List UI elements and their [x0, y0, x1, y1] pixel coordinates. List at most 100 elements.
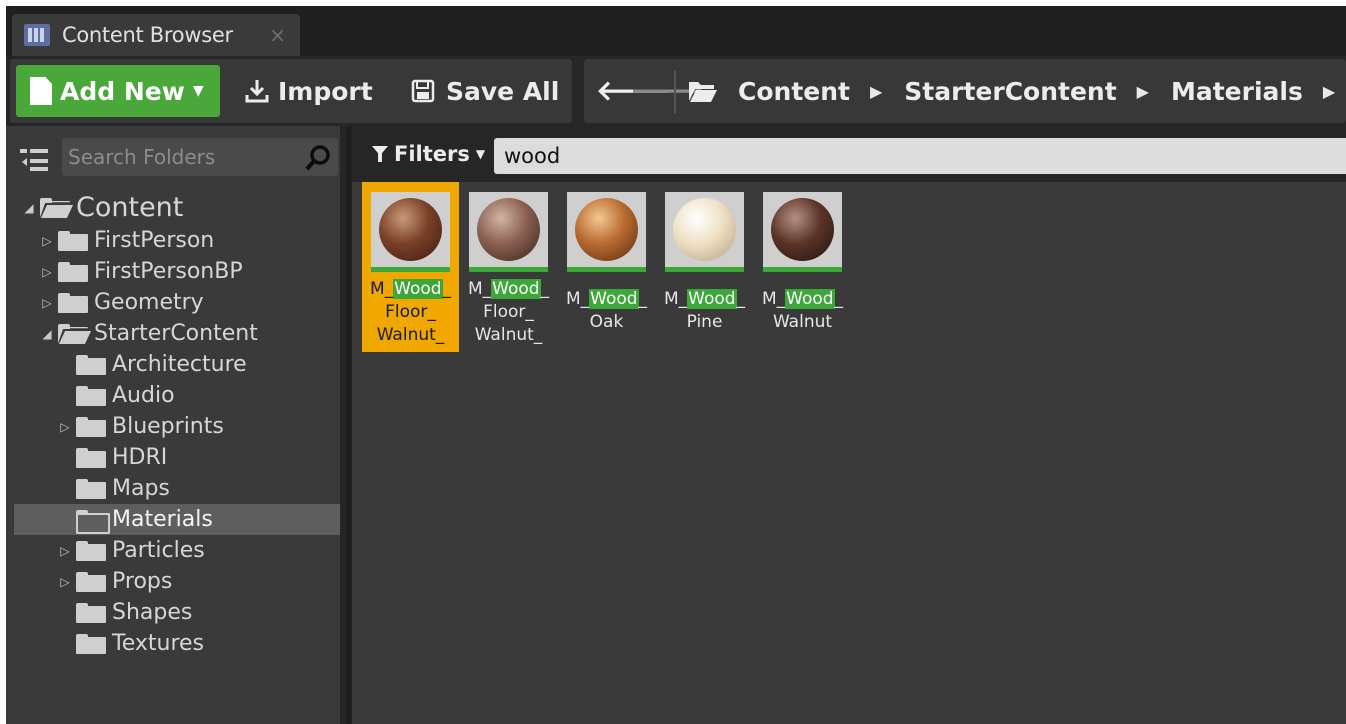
asset-name-line: Walnut_: [474, 325, 543, 345]
asset-name: M_Wood_ Floor_ Walnut_: [362, 278, 459, 347]
folder-label: Particles: [112, 538, 205, 563]
asset-type-color-bar: [763, 267, 842, 272]
folder-label: Audio: [112, 383, 175, 408]
folder-label: Content: [76, 192, 184, 223]
collapsed-arrow-icon[interactable]: ▷: [40, 234, 54, 248]
folder-label: FirstPersonBP: [94, 259, 243, 284]
chevron-down-icon: ▼: [192, 83, 204, 99]
asset-tile[interactable]: M_Wood_ Floor_ Walnut_: [460, 182, 557, 352]
folder-item-blueprints[interactable]: ▷ Blueprints: [6, 411, 340, 442]
add-new-button[interactable]: Add New ▼: [16, 65, 220, 117]
panel-splitter[interactable]: [340, 126, 346, 724]
folder-label: Materials: [112, 507, 213, 532]
search-assets-input[interactable]: [504, 140, 1324, 172]
material-thumbnail: [665, 192, 744, 272]
folder-item-particles[interactable]: ▷ Particles: [6, 535, 340, 566]
breadcrumb-materials[interactable]: Materials: [1171, 77, 1303, 106]
asset-name-line: Pine: [686, 312, 723, 332]
tab-content-browser[interactable]: Content Browser ×: [12, 14, 300, 56]
new-document-icon: [30, 77, 52, 105]
folder-item-architecture[interactable]: Architecture: [6, 349, 340, 380]
material-sphere-icon: [477, 198, 540, 261]
asset-grid: M_Wood_ Floor_ Walnut_ M_Wood_ Floor_ Walnut_…: [352, 182, 1346, 724]
folder-label: Maps: [112, 476, 170, 501]
folder-icon: [58, 261, 88, 282]
asset-type-color-bar: [469, 267, 548, 272]
expanded-arrow-icon[interactable]: ◢: [22, 201, 36, 215]
search-assets-field[interactable]: [494, 138, 1346, 174]
add-new-label: Add New: [60, 76, 185, 106]
folder-item-materials[interactable]: Materials: [14, 504, 340, 535]
folder-item-maps[interactable]: Maps: [6, 473, 340, 504]
folder-label: Blueprints: [112, 414, 224, 439]
close-icon[interactable]: ×: [269, 23, 286, 47]
asset-tile[interactable]: M_Wood_ Pine: [656, 182, 753, 352]
asset-type-color-bar: [371, 267, 450, 272]
asset-tile[interactable]: M_Wood_ Walnut: [754, 182, 851, 352]
folder-label: StarterContent: [94, 321, 258, 346]
folder-open-icon: [689, 82, 717, 102]
breadcrumb-startercontent[interactable]: StarterContent: [904, 77, 1116, 106]
folder-item-startercontent[interactable]: ◢ StarterContent: [6, 318, 340, 349]
search-match-highlight: Wood: [589, 289, 639, 309]
path-bar: 🡐 🡒 Content ▶ StarterContent ▶ Materials…: [584, 59, 1346, 123]
search-icon[interactable]: [304, 144, 332, 172]
collapsed-arrow-icon[interactable]: ▷: [40, 265, 54, 279]
search-match-highlight: Wood: [491, 279, 541, 299]
expanded-arrow-icon[interactable]: ◢: [40, 327, 54, 341]
folder-item-content[interactable]: ◢ Content: [6, 190, 340, 225]
divider: [674, 71, 676, 113]
collapsed-arrow-icon[interactable]: ▷: [40, 296, 54, 310]
asset-name-line: Walnut_: [376, 325, 445, 345]
breadcrumb-separator-icon[interactable]: ▶: [1137, 82, 1149, 101]
material-sphere-icon: [379, 198, 442, 261]
folder-item-textures[interactable]: Textures: [6, 628, 340, 659]
tree-view-icon: [20, 149, 48, 171]
import-button[interactable]: Import: [244, 65, 373, 117]
filters-label: Filters: [394, 142, 470, 166]
folder-item-firstpersonbp[interactable]: ▷ FirstPersonBP: [6, 256, 340, 287]
asset-name-prefix: M_: [663, 289, 688, 309]
sources-toggle-icon[interactable]: [20, 146, 50, 172]
breadcrumb: Content ▶ StarterContent ▶ Materials ▶: [688, 65, 1346, 117]
filters-button[interactable]: Filters ▼: [372, 138, 485, 170]
collapsed-arrow-icon[interactable]: ▷: [58, 575, 72, 589]
collapsed-arrow-icon[interactable]: ▷: [58, 544, 72, 558]
material-sphere-icon: [771, 198, 834, 261]
folder-open-icon: [58, 323, 92, 344]
folder-item-props[interactable]: ▷ Props: [6, 566, 340, 597]
asset-tile[interactable]: M_Wood_ Oak: [558, 182, 655, 352]
import-label: Import: [278, 76, 373, 106]
toolbar-actions: Add New ▼ Import Save All: [10, 59, 572, 123]
folder-label: Textures: [112, 631, 204, 656]
asset-name: M_Wood_ Pine: [656, 288, 753, 334]
folder-icon: [58, 292, 88, 313]
asset-type-color-bar: [567, 267, 646, 272]
breadcrumb-separator-icon[interactable]: ▶: [1323, 82, 1335, 101]
asset-name-line: Floor_: [483, 302, 534, 322]
folder-item-firstperson[interactable]: ▷ FirstPerson: [6, 225, 340, 256]
folder-item-shapes[interactable]: Shapes: [6, 597, 340, 628]
folder-item-audio[interactable]: Audio: [6, 380, 340, 411]
asset-tile[interactable]: M_Wood_ Floor_ Walnut_: [362, 182, 459, 352]
filter-bar: Filters ▼: [352, 126, 1346, 182]
save-all-button[interactable]: Save All: [410, 65, 559, 117]
folder-item-geometry[interactable]: ▷ Geometry: [6, 287, 340, 318]
asset-name: M_Wood_ Floor_ Walnut_: [460, 278, 557, 347]
collapsed-arrow-icon[interactable]: ▷: [58, 420, 72, 434]
search-folders-input[interactable]: [68, 140, 298, 174]
search-folders-field[interactable]: [62, 138, 338, 176]
folder-icon: [76, 602, 106, 623]
folder-item-hdri[interactable]: HDRI: [6, 442, 340, 473]
breadcrumb-separator-icon[interactable]: ▶: [870, 82, 882, 101]
folder-label: Geometry: [94, 290, 204, 315]
material-sphere-icon: [575, 198, 638, 261]
save-all-label: Save All: [446, 76, 560, 106]
chevron-down-icon: ▼: [475, 147, 486, 161]
folder-label: Shapes: [112, 600, 193, 625]
breadcrumb-content[interactable]: Content: [738, 77, 850, 106]
asset-name-prefix: M_: [761, 289, 786, 309]
material-sphere-icon: [673, 198, 736, 261]
folder-label: Architecture: [112, 352, 247, 377]
toolbar: Add New ▼ Import Save All 🡐 🡒 Content ▶ …: [6, 56, 1346, 126]
